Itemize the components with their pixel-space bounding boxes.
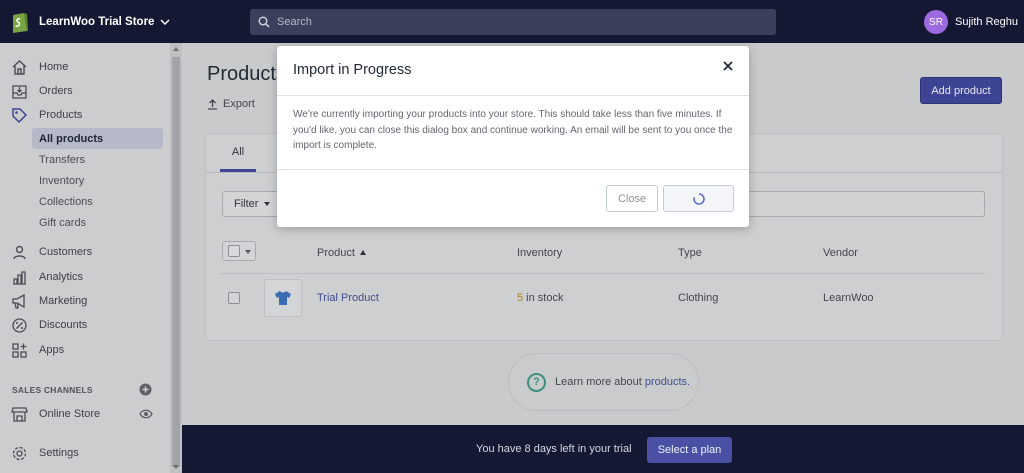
caret-down-icon	[245, 250, 251, 254]
gear-icon	[12, 446, 27, 460]
sidebar-item-label: Products	[39, 109, 83, 121]
apps-icon	[12, 342, 27, 358]
product-thumbnail[interactable]	[264, 279, 302, 317]
store-icon	[11, 406, 28, 422]
dialog-body: We're currently importing your products …	[293, 109, 733, 151]
search-placeholder: Search	[277, 16, 312, 28]
dialog-divider	[277, 95, 749, 96]
column-header-inventory: Inventory	[517, 247, 563, 259]
sort-ascending-icon	[359, 250, 366, 255]
sidebar-item-label: Home	[39, 61, 69, 73]
row-checkbox[interactable]	[228, 292, 240, 304]
column-header-label: Product	[317, 247, 355, 259]
type-cell: Clothing	[678, 292, 719, 304]
help-icon: ?	[527, 372, 546, 392]
scroll-thumb[interactable]	[172, 57, 180, 467]
add-channel-icon[interactable]	[139, 383, 152, 396]
sales-channels-heading: SALES CHANNELS	[12, 385, 93, 395]
dialog-close-button[interactable]: Close	[606, 185, 658, 212]
avatar: SR	[924, 10, 948, 34]
learn-more-text: Learn more about	[555, 376, 642, 388]
sidebar-scrollbar[interactable]	[170, 43, 182, 473]
sidebar-item-orders[interactable]: Orders	[0, 80, 170, 102]
export-button[interactable]: Export	[207, 98, 255, 110]
user-menu[interactable]: SR Sujith Reghu	[924, 9, 1018, 35]
import-loading-button[interactable]	[663, 185, 734, 212]
column-header-product[interactable]: Product	[317, 247, 366, 259]
dialog-divider	[277, 169, 749, 170]
sidebar-item-discounts[interactable]: Discounts	[0, 314, 170, 336]
sidebar-item-analytics[interactable]: Analytics	[0, 266, 170, 288]
sidebar: Home Orders Products All products Transf…	[0, 43, 182, 473]
page-title: Products	[207, 63, 286, 85]
search-bar[interactable]: Search	[250, 9, 776, 35]
sidebar-item-label: Online Store	[39, 408, 101, 420]
sidebar-subitem-transfers[interactable]: Transfers	[32, 149, 163, 170]
dialog-title: Import in Progress	[293, 62, 412, 78]
add-product-button[interactable]: Add product	[920, 77, 1002, 104]
export-label: Export	[223, 98, 255, 110]
sidebar-subitem-inventory[interactable]: Inventory	[32, 170, 163, 191]
inventory-cell: 5 in stock	[517, 292, 563, 304]
sidebar-subitem-gift-cards[interactable]: Gift cards	[32, 212, 163, 233]
import-progress-dialog: Import in Progress We're currently impor…	[277, 46, 749, 227]
tab-all[interactable]: All	[220, 134, 256, 172]
trial-text: You have 8 days left in your trial	[476, 443, 632, 455]
sidebar-item-settings[interactable]: Settings	[0, 442, 170, 464]
megaphone-icon	[12, 293, 25, 309]
stock-suffix: in stock	[523, 292, 564, 304]
analytics-icon	[13, 270, 26, 285]
close-icon[interactable]	[721, 59, 735, 73]
eye-icon[interactable]	[139, 409, 153, 419]
export-icon	[208, 98, 217, 110]
caret-down-icon	[264, 202, 271, 206]
tag-icon	[12, 107, 28, 123]
sidebar-item-home[interactable]: Home	[0, 56, 170, 78]
spinner-icon	[692, 192, 705, 205]
trial-banner: You have 8 days left in your trial Selec…	[182, 425, 1024, 473]
column-header-vendor: Vendor	[823, 247, 858, 259]
sidebar-item-label: Customers	[39, 246, 93, 258]
sidebar-item-customers[interactable]: Customers	[0, 241, 170, 263]
store-name: LearnWoo Trial Store	[39, 16, 155, 28]
top-bar: LearnWoo Trial Store Search SR Sujith Re…	[0, 0, 1024, 43]
sidebar-item-marketing[interactable]: Marketing	[0, 290, 170, 312]
tshirt-icon	[275, 291, 291, 305]
sidebar-item-label: Apps	[39, 344, 65, 356]
home-icon	[12, 59, 27, 75]
orders-icon	[12, 84, 27, 99]
learn-more-banner: ? Learn more about products.	[508, 353, 699, 411]
sidebar-item-label: Settings	[39, 447, 79, 459]
chevron-down-icon	[160, 19, 170, 26]
sidebar-item-products[interactable]: Products	[0, 104, 170, 126]
select-all-checkbox[interactable]	[228, 245, 240, 257]
store-switcher[interactable]: LearnWoo Trial Store	[10, 9, 170, 35]
sidebar-item-label: Analytics	[39, 271, 84, 283]
product-name-link[interactable]: Trial Product	[317, 292, 379, 304]
shopify-logo-icon	[13, 13, 28, 33]
discount-icon	[12, 317, 27, 333]
vendor-cell: LearnWoo	[823, 292, 874, 304]
column-header-type: Type	[678, 247, 702, 259]
scroll-down-arrow[interactable]	[173, 465, 179, 469]
sidebar-item-apps[interactable]: Apps	[0, 339, 170, 361]
select-plan-button[interactable]: Select a plan	[647, 437, 732, 463]
sidebar-item-label: Orders	[39, 85, 73, 97]
bulk-select[interactable]	[222, 241, 256, 261]
scroll-up-arrow[interactable]	[173, 47, 179, 51]
filter-button[interactable]: Filter	[222, 191, 280, 217]
user-name: Sujith Reghu	[955, 16, 1018, 28]
sidebar-item-label: Discounts	[39, 319, 88, 331]
sidebar-subitem-collections[interactable]: Collections	[32, 191, 163, 212]
filter-label: Filter	[234, 198, 259, 210]
learn-more-link[interactable]: products.	[645, 376, 690, 388]
table-divider	[220, 273, 985, 274]
sidebar-subitem-all-products[interactable]: All products	[32, 128, 163, 149]
search-icon	[258, 16, 270, 28]
customers-icon	[13, 245, 26, 259]
sidebar-item-label: Marketing	[39, 295, 88, 307]
